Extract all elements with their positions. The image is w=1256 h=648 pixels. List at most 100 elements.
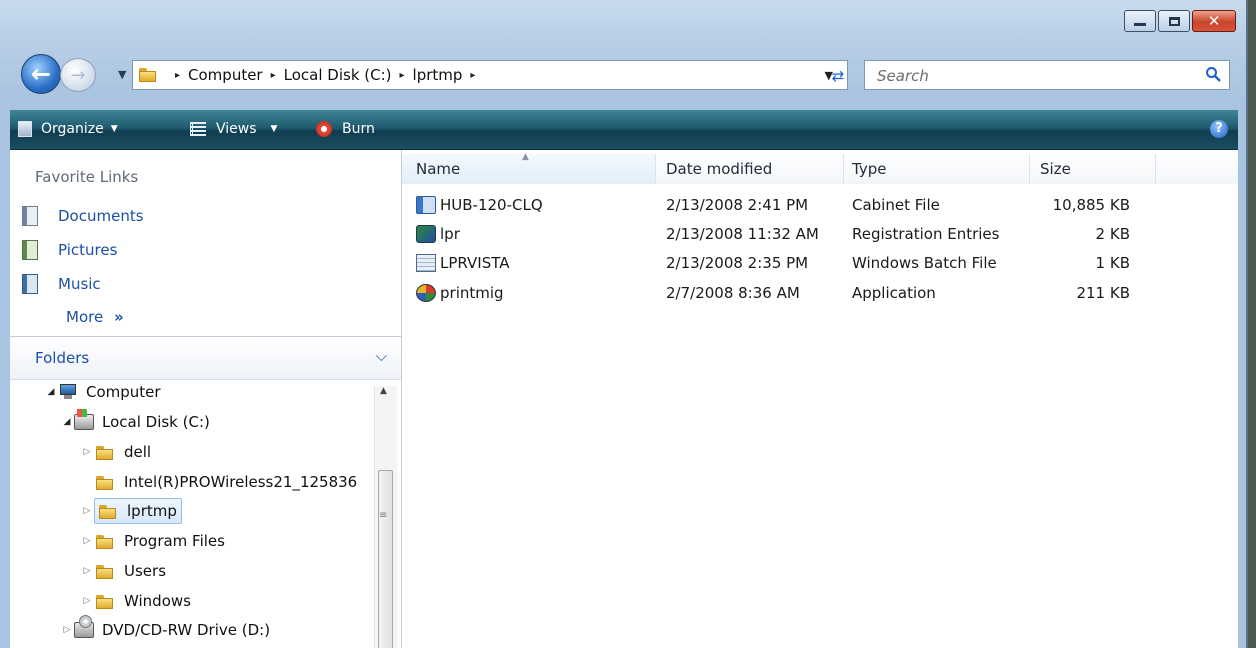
file-name: HUB-120-CLQ: [440, 196, 543, 214]
command-toolbar: Organize ▼ Views ▼ Burn ?: [10, 110, 1238, 150]
breadcrumb-separator[interactable]: ▸: [400, 70, 405, 81]
chevron-down-icon[interactable]: ⌵: [376, 347, 387, 365]
search-input[interactable]: [875, 65, 1179, 87]
favorite-link-documents[interactable]: Documents: [22, 203, 144, 229]
expand-arrow-icon[interactable]: ▷: [80, 536, 94, 546]
search-box[interactable]: [864, 60, 1230, 90]
file-date: 2/7/2008 8:36 AM: [666, 284, 800, 302]
minimize-button[interactable]: [1124, 10, 1156, 32]
collapse-arrow-icon[interactable]: ◢: [60, 417, 74, 427]
file-name: LPRVISTA: [440, 254, 510, 272]
organize-icon: [18, 121, 32, 137]
scrollbar-thumb[interactable]: [378, 470, 393, 648]
file-name: lpr: [440, 225, 460, 243]
folder-icon: [99, 503, 117, 519]
file-type: Cabinet File: [852, 196, 940, 214]
column-header-name[interactable]: ▲ Name: [402, 152, 656, 184]
more-label: More: [66, 308, 104, 326]
file-list-pane: ▲ Name Date modified Type Size HUB-120-C…: [402, 150, 1238, 648]
forward-arrow-icon: →: [70, 64, 86, 86]
tree-item-label: lprtmp: [127, 502, 177, 520]
file-row[interactable]: lpr 2/13/2008 11:32 AM Registration Entr…: [402, 219, 1238, 249]
registry-file-icon: [416, 225, 436, 243]
views-button[interactable]: Views ▼: [190, 110, 277, 148]
refresh-icon[interactable]: ⇄: [820, 62, 856, 90]
favorite-link-label: Pictures: [58, 241, 118, 259]
views-icon: [190, 122, 206, 136]
tree-item-dvd-drive[interactable]: ▷ DVD/CD-RW Drive (D:): [60, 615, 270, 644]
tree-item-label: Windows: [124, 592, 191, 610]
burn-icon: [316, 121, 332, 137]
tree-item-label: Local Disk (C:): [102, 413, 210, 431]
folders-header[interactable]: Folders ⌵: [10, 336, 401, 380]
selected-item[interactable]: lprtmp: [94, 498, 182, 524]
favorite-link-label: Music: [58, 275, 101, 293]
breadcrumb: ▸ Computer ▸ Local Disk (C:) ▸ lprtmp ▸: [167, 61, 483, 89]
tree-item-computer[interactable]: ◢ Computer: [44, 378, 161, 406]
file-type: Application: [852, 284, 936, 302]
favorite-link-pictures[interactable]: Pictures: [22, 237, 117, 263]
minimize-icon: [1134, 22, 1146, 26]
file-size: 10,885 KB: [1052, 196, 1130, 214]
scroll-up-icon[interactable]: ▲: [380, 386, 387, 396]
file-name-cell: printmig: [402, 278, 656, 308]
file-type: Windows Batch File: [852, 254, 997, 272]
back-arrow-icon: ←: [30, 60, 52, 88]
tree-item-dell[interactable]: ▷ dell: [80, 438, 152, 466]
favorite-link-music[interactable]: Music: [22, 271, 101, 297]
tree-item-local-disk[interactable]: ◢ Local Disk (C:): [60, 408, 210, 436]
tree-item-program-files[interactable]: ▷ Program Files: [80, 527, 225, 555]
collapse-arrow-icon[interactable]: ◢: [44, 387, 58, 397]
tree-item-windows[interactable]: ▷ Windows: [80, 587, 191, 615]
file-type: Registration Entries: [852, 225, 1000, 243]
column-header-type[interactable]: Type: [844, 154, 1030, 184]
tree-scrollbar[interactable]: ▲ ≡: [374, 386, 397, 648]
close-button[interactable]: ✕: [1192, 10, 1236, 32]
breadcrumb-separator[interactable]: ▸: [470, 70, 475, 81]
file-name-cell: LPRVISTA: [402, 248, 656, 278]
more-links-button[interactable]: More »: [66, 308, 124, 326]
breadcrumb-lprtmp[interactable]: lprtmp: [413, 66, 463, 84]
navigation-row: ← → ▼ ▸ Computer ▸ Local Disk (C:) ▸ lpr…: [0, 48, 1246, 102]
folder-icon: [96, 474, 114, 490]
column-header-label: Size: [1040, 160, 1071, 178]
breadcrumb-separator[interactable]: ▸: [271, 70, 276, 81]
file-name: printmig: [440, 284, 504, 302]
views-label: Views: [216, 121, 257, 137]
tree-item-lprtmp[interactable]: ▷ lprtmp: [80, 497, 182, 525]
back-button[interactable]: ←: [21, 54, 61, 94]
column-header-date-modified[interactable]: Date modified: [656, 154, 844, 184]
column-header-size[interactable]: Size: [1030, 154, 1156, 184]
tree-item-intel[interactable]: Intel(R)PROWireless21_125836: [80, 468, 357, 496]
file-row[interactable]: printmig 2/7/2008 8:36 AM Application 21…: [402, 278, 1238, 308]
recent-pages-dropdown[interactable]: ▼: [118, 68, 126, 81]
maximize-button[interactable]: [1158, 10, 1190, 32]
help-icon[interactable]: ?: [1210, 120, 1228, 138]
dvd-drive-icon: [74, 615, 94, 638]
application-icon: [416, 284, 436, 302]
breadcrumb-separator[interactable]: ▸: [175, 70, 180, 81]
file-size: 2 KB: [1095, 225, 1130, 243]
breadcrumb-computer[interactable]: Computer: [188, 66, 263, 84]
forward-button[interactable]: →: [60, 58, 96, 92]
favorite-link-label: Documents: [58, 207, 144, 225]
file-row[interactable]: HUB-120-CLQ 2/13/2008 2:41 PM Cabinet Fi…: [402, 190, 1238, 220]
search-icon[interactable]: [1205, 66, 1221, 82]
file-row[interactable]: LPRVISTA 2/13/2008 2:35 PM Windows Batch…: [402, 248, 1238, 278]
tree-item-users[interactable]: ▷ Users: [80, 557, 166, 585]
burn-button[interactable]: Burn: [316, 110, 375, 148]
organize-button[interactable]: Organize ▼: [18, 110, 118, 148]
chevron-down-icon: ▼: [270, 124, 278, 134]
column-header-label: Name: [416, 160, 461, 178]
expand-arrow-icon[interactable]: ▷: [60, 625, 74, 635]
expand-arrow-icon[interactable]: ▷: [80, 506, 94, 516]
address-bar[interactable]: ▸ Computer ▸ Local Disk (C:) ▸ lprtmp ▸ …: [132, 60, 848, 90]
column-headers: ▲ Name Date modified Type Size: [402, 152, 1238, 184]
navigation-pane: Favorite Links Documents Pictures Music …: [10, 150, 402, 648]
breadcrumb-local-disk[interactable]: Local Disk (C:): [284, 66, 392, 84]
file-date: 2/13/2008 11:32 AM: [666, 225, 819, 243]
expand-arrow-icon[interactable]: ▷: [80, 596, 94, 606]
expand-arrow-icon[interactable]: ▷: [80, 566, 94, 576]
expand-arrow-icon[interactable]: ▷: [80, 447, 94, 457]
cabinet-file-icon: [416, 196, 436, 214]
